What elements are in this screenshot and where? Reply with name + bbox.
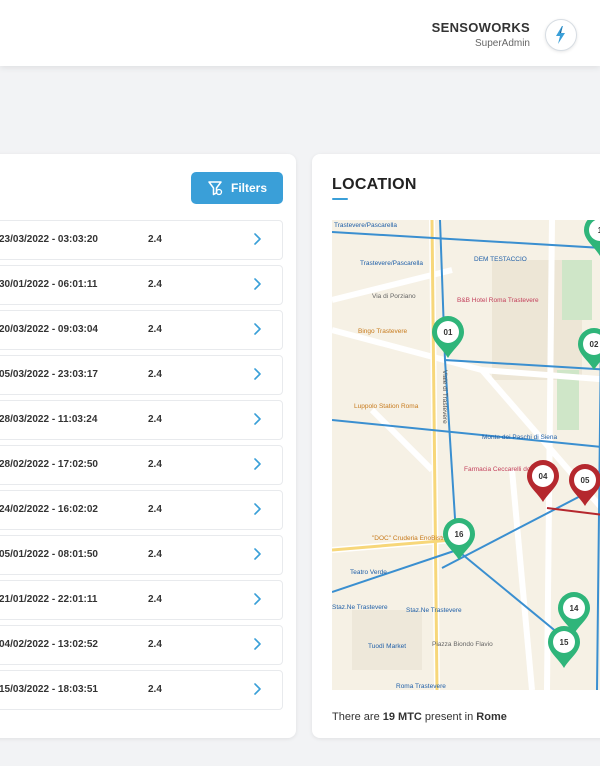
map-label-bnb-hotel: B&B Hotel Roma Trastevere [457,297,539,304]
map-label-trastevere-pascarella: Trastevere/Pascarella [334,222,397,229]
chevron-right-icon[interactable] [251,502,263,516]
chevron-right-icon[interactable] [251,367,263,381]
avatar[interactable] [545,19,577,51]
chevron-right-icon[interactable] [251,232,263,246]
filter-icon [208,181,223,196]
table-row[interactable]: 21/01/2022 - 22:01:11 2.4 [0,580,283,620]
map-label-dem-testaccio: DEM TESTACCIO [474,256,527,263]
chevron-right-icon[interactable] [251,457,263,471]
map-label-teatro-verde: Teatro Verde [350,569,387,576]
title-underline [332,198,348,200]
marker-label: 01 [444,328,453,337]
filters-button[interactable]: Filters [191,172,283,204]
row-date: 28/03/2022 - 11:03:24 [0,414,98,425]
row-value: 2.4 [148,414,162,425]
table-row[interactable]: 04/02/2022 - 13:02:52 2.4 [0,625,283,665]
map-label-luppolo: Luppolo Station Roma [354,403,419,410]
table-row[interactable]: 28/03/2022 - 11:03:24 2.4 [0,400,283,440]
chevron-right-icon[interactable] [251,637,263,651]
table-row[interactable]: 15/03/2022 - 18:03:51 2.4 [0,670,283,710]
marker-label: 04 [539,472,548,481]
table-row[interactable]: 23/03/2022 - 03:03:20 2.4 [0,220,283,260]
row-date: 23/03/2022 - 03:03:20 [0,234,98,245]
marker-label: 16 [455,530,464,539]
sensoworks-logo-icon [556,26,565,44]
map-label-bingo: Bingo Trastevere [358,328,408,335]
location-title: LOCATION [332,176,417,193]
marker-label: 14 [570,604,579,613]
records-card: Filters 23/03/2022 - 03:03:20 2.4 30/01/20… [0,154,296,738]
chevron-right-icon[interactable] [251,547,263,561]
location-card: LOCATION Trastevere/Pascarella Trastever… [312,154,600,738]
row-date: 21/01/2022 - 22:01:11 [0,594,98,605]
row-date: 15/03/2022 - 18:03:51 [0,684,98,695]
marker-label: 15 [560,638,569,647]
row-value: 2.4 [148,504,162,515]
row-value: 2.4 [148,369,162,380]
location-caption: There are 19 MTC present in Rome [332,711,507,723]
row-value: 2.4 [148,639,162,650]
row-date: 05/03/2022 - 23:03:17 [0,369,98,380]
row-date: 28/02/2022 - 17:02:50 [0,459,98,470]
row-date: 05/01/2022 - 08:01:50 [0,549,98,560]
marker-label: 05 [581,476,590,485]
row-value: 2.4 [148,279,162,290]
user-role: SuperAdmin [474,38,530,49]
row-value: 2.4 [148,594,162,605]
table-row[interactable]: 20/03/2022 - 09:03:04 2.4 [0,310,283,350]
chevron-right-icon[interactable] [251,592,263,606]
map-label-tuodi: Tuodì Market [368,643,406,650]
row-date: 20/03/2022 - 09:03:04 [0,324,98,335]
row-date: 24/02/2022 - 16:02:02 [0,504,98,515]
map-label-trastevere-pascarella-2: Trastevere/Pascarella [360,260,423,267]
map-label-roma-trastevere: Roma Trastevere [396,683,446,690]
chevron-right-icon[interactable] [251,682,263,696]
chevron-right-icon[interactable] [251,277,263,291]
row-value: 2.4 [148,549,162,560]
map-label-monte-paschi: Monte dei Paschi di Siena [482,434,558,441]
map-label-staz-trastevere-2: Staz.Ne Trastevere [406,607,462,614]
map-label-staz-trastevere: Staz.Ne Trastevere [332,604,388,611]
table-row[interactable]: 30/01/2022 - 06:01:11 2.4 [0,265,283,305]
table-row[interactable]: 05/03/2022 - 23:03:17 2.4 [0,355,283,395]
location-map[interactable]: Trastevere/Pascarella Trastevere/Pascare… [332,220,600,690]
map-label-viale-trastevere: Viale di Trastevere [441,370,448,424]
row-value: 2.4 [148,234,162,245]
top-header: SENSOWORKS SuperAdmin [0,0,600,66]
map-label-piazza-biondo: Piazza Biondo Flavio [432,641,493,648]
row-value: 2.4 [148,324,162,335]
filters-label: Filters [230,181,267,195]
map-label-doc: "DOC" Cruderia EnoBistrot [372,535,450,542]
chevron-right-icon[interactable] [251,412,263,426]
row-date: 04/02/2022 - 13:02:52 [0,639,98,650]
marker-label: 02 [590,340,599,349]
table-row[interactable]: 05/01/2022 - 08:01:50 2.4 [0,535,283,575]
row-date: 30/01/2022 - 06:01:11 [0,279,98,290]
table-row[interactable]: 24/02/2022 - 16:02:02 2.4 [0,490,283,530]
chevron-right-icon[interactable] [251,322,263,336]
table-row[interactable]: 28/02/2022 - 17:02:50 2.4 [0,445,283,485]
company-name: SENSOWORKS [431,20,530,35]
row-value: 2.4 [148,459,162,470]
row-value: 2.4 [148,684,162,695]
map-label-via-porziano: Via di Porziano [372,293,416,300]
records-list: 23/03/2022 - 03:03:20 2.4 30/01/2022 - 06:… [0,220,283,715]
